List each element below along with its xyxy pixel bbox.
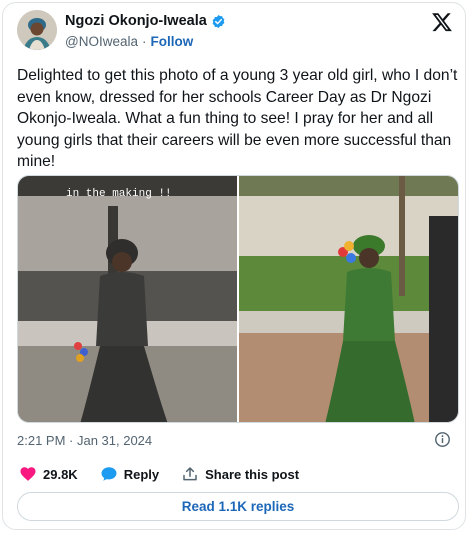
reply-bubble-icon [101,467,117,481]
author-name[interactable]: Ngozi Okonjo-Iweala [65,13,207,29]
reply-label: Reply [123,466,160,482]
share-action[interactable]: Share this post [181,465,299,483]
photo-caption: in the making !! [66,188,172,200]
heart-icon [20,467,36,481]
author-name-row: Ngozi Okonjo-Iweala [65,13,226,29]
read-replies-button[interactable]: Read 1.1K replies [17,492,459,521]
reply-action[interactable]: Reply [100,465,159,483]
like-action[interactable]: 29.8K [19,465,78,483]
share-label: Share this post [205,466,300,482]
share-upload-icon [183,467,197,481]
tweet-timestamp[interactable]: 2:21 PM · Jan 31, 2024 [17,433,152,448]
verified-badge-icon [212,14,225,28]
tweet-card: Ngozi Okonjo-Iweala @NOIweala · Follow D… [2,2,466,530]
photo-left[interactable]: in the making !! [18,176,237,422]
photo-right[interactable] [239,176,458,422]
tweet-actions: 29.8K Reply Share this post [19,465,321,483]
like-count: 29.8K [43,466,78,482]
author-handle-row: @NOIweala · Follow [65,34,193,49]
info-icon[interactable] [434,431,451,448]
author-avatar[interactable] [17,10,57,50]
author-handle[interactable]: @NOIweala [65,34,138,49]
separator-dot: · [141,34,147,49]
tweet-text: Delighted to get this photo of a young 3… [17,67,458,170]
tweet-media[interactable]: in the making !! [17,175,459,423]
follow-button[interactable]: Follow [150,34,193,49]
x-logo-icon[interactable] [431,11,453,33]
